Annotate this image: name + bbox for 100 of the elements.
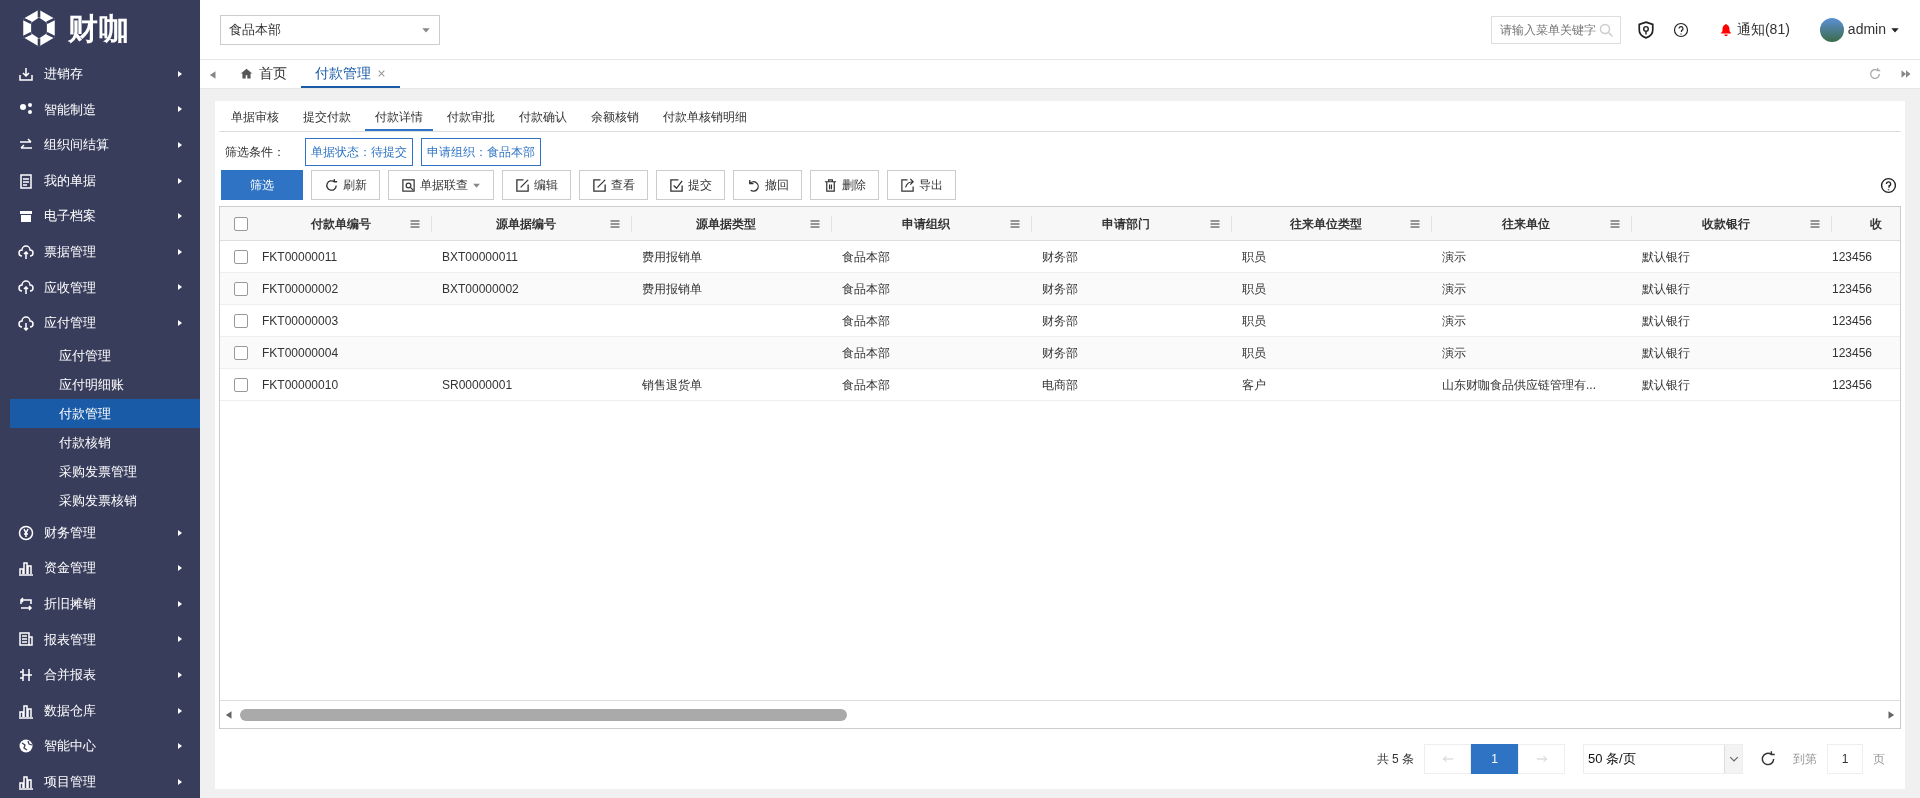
table-cell-text: 默认银行: [1641, 248, 1691, 266]
column-header[interactable]: 往来单位: [1432, 215, 1632, 232]
sidebar-item[interactable]: 应付管理: [0, 305, 200, 341]
sidebar-item[interactable]: 项目管理: [0, 763, 200, 798]
caret-right-icon: [176, 776, 184, 787]
scroll-left-icon[interactable]: [208, 70, 218, 80]
column-header[interactable]: 源单据编号: [432, 215, 632, 232]
toolbar-button[interactable]: 查看: [579, 170, 648, 200]
sidebar-item[interactable]: 票据管理: [0, 233, 200, 270]
column-header[interactable]: 申请组织: [832, 215, 1032, 232]
row-checkbox[interactable]: [234, 281, 248, 296]
refresh-icon: [324, 177, 339, 193]
edit-icon: [592, 177, 607, 193]
column-header[interactable]: 付款单编号: [262, 215, 432, 232]
toolbar-button[interactable]: 编辑: [502, 170, 571, 200]
caret-right-icon: [176, 741, 184, 752]
table-cell-text: 默认银行: [1641, 344, 1691, 362]
column-header[interactable]: 收款银行: [1632, 215, 1832, 232]
submenu-item[interactable]: 付款管理: [10, 398, 200, 428]
row-checkbox[interactable]: [234, 377, 248, 392]
sub-tab[interactable]: 余额核销: [581, 105, 649, 131]
toolbar-button[interactable]: 提交: [656, 170, 725, 200]
table-cell-text: BXT00000002: [441, 280, 520, 298]
undo-icon: [746, 177, 761, 193]
refresh-icon[interactable]: [1759, 750, 1777, 768]
sidebar-item[interactable]: 财务管理: [0, 514, 200, 551]
sidebar-item[interactable]: 组织间结算: [0, 127, 200, 163]
sidebar-item[interactable]: 数据仓库: [0, 692, 200, 729]
sub-tab[interactable]: 提交付款: [293, 105, 361, 131]
menu-icon[interactable]: [1209, 217, 1221, 230]
shield-key-icon[interactable]: [1636, 20, 1655, 39]
org-select[interactable]: 食品本部: [220, 14, 440, 45]
sidebar-item[interactable]: 进销存: [0, 56, 200, 92]
submenu-item[interactable]: 应付管理: [10, 340, 200, 370]
sidebar-item[interactable]: 折旧摊销: [0, 585, 200, 622]
toolbar-button[interactable]: 撤回: [733, 170, 802, 200]
row-checkbox[interactable]: [234, 249, 248, 264]
row-checkbox[interactable]: [234, 345, 248, 360]
caret-right-icon: [176, 282, 184, 293]
sidebar-item[interactable]: 资金管理: [0, 550, 200, 586]
menu-icon[interactable]: [809, 217, 821, 230]
sub-tab[interactable]: 付款单核销明细: [653, 105, 757, 131]
submenu-item[interactable]: 采购发票管理: [10, 456, 200, 486]
sub-tab[interactable]: 付款审批: [437, 105, 505, 131]
toolbar-button[interactable]: 删除: [810, 170, 879, 200]
help-icon[interactable]: [1672, 21, 1689, 38]
sidebar-item[interactable]: 我的单据: [0, 162, 200, 199]
table-cell-text: BXT00000011: [441, 248, 519, 266]
sub-tab[interactable]: 付款详情: [365, 105, 433, 131]
page-tab[interactable]: 付款管理: [301, 60, 400, 88]
menu-icon[interactable]: [1809, 217, 1821, 230]
sidebar-item[interactable]: 报表管理: [0, 621, 200, 658]
scroll-right-icon[interactable]: [1886, 709, 1896, 720]
close-icon[interactable]: [377, 68, 386, 78]
menu-icon[interactable]: [409, 217, 421, 230]
checkbox-icon: [669, 177, 684, 193]
filter-tag[interactable]: 申请组织：食品本部: [421, 138, 541, 166]
submenu-item[interactable]: 付款核销: [10, 427, 200, 457]
scrollbar-thumb[interactable]: [240, 708, 847, 721]
table-cell-text: 123456: [1832, 248, 1874, 266]
swap-arrows-icon: [18, 595, 34, 612]
sub-tab[interactable]: 付款确认: [509, 105, 577, 131]
select-all-checkbox[interactable]: [234, 216, 248, 231]
search-field[interactable]: 请输入菜单关键字: [1490, 15, 1621, 44]
sidebar-item[interactable]: 合并报表: [0, 657, 200, 693]
submenu-item[interactable]: 采购发票核销: [10, 485, 200, 515]
table-cell-text: FKT00000002: [262, 280, 340, 298]
column-header[interactable]: 收: [1832, 215, 1892, 232]
page-size-select[interactable]: 50 条/页: [1583, 744, 1743, 774]
menu-icon[interactable]: [1609, 217, 1621, 230]
menu-icon[interactable]: [1009, 217, 1021, 230]
column-header[interactable]: 申请部门: [1032, 215, 1232, 232]
page-number-field[interactable]: 1: [1827, 744, 1863, 774]
report-icon: [18, 631, 34, 648]
sub-tab[interactable]: 单据审核: [221, 105, 289, 131]
table-cell-text: 职员: [1241, 280, 1267, 298]
column-header[interactable]: 源单据类型: [632, 215, 832, 232]
notification-link[interactable]: 通知(81): [1718, 19, 1790, 40]
sidebar-item[interactable]: 电子档案: [0, 198, 200, 234]
scroll-left-icon[interactable]: [224, 709, 234, 720]
toolbar-button[interactable]: 单据联查: [388, 170, 494, 200]
page-tab[interactable]: 首页: [226, 60, 301, 88]
sidebar-item[interactable]: 智能中心: [0, 728, 200, 764]
row-checkbox[interactable]: [234, 313, 248, 328]
caret-right-icon: [176, 669, 184, 680]
help-icon[interactable]: [1880, 176, 1897, 194]
menu-icon[interactable]: [1409, 217, 1421, 230]
filter-tag[interactable]: 单据状态：待提交: [305, 138, 413, 166]
sidebar-item[interactable]: 智能制造: [0, 91, 200, 128]
toolbar-button[interactable]: 导出: [887, 170, 956, 200]
toolbar-button[interactable]: 刷新: [311, 170, 380, 200]
toolbar-button[interactable]: 筛选: [221, 170, 303, 200]
menu-icon[interactable]: [609, 217, 621, 230]
sidebar-item[interactable]: 应收管理: [0, 269, 200, 306]
scroll-right-icon[interactable]: [1900, 68, 1912, 80]
column-header[interactable]: 往来单位类型: [1232, 215, 1432, 232]
user-menu[interactable]: admin: [1819, 17, 1900, 42]
reload-icon[interactable]: [1868, 67, 1882, 81]
page-button[interactable]: 1: [1471, 744, 1518, 774]
submenu-item[interactable]: 应付明细账: [10, 369, 200, 399]
